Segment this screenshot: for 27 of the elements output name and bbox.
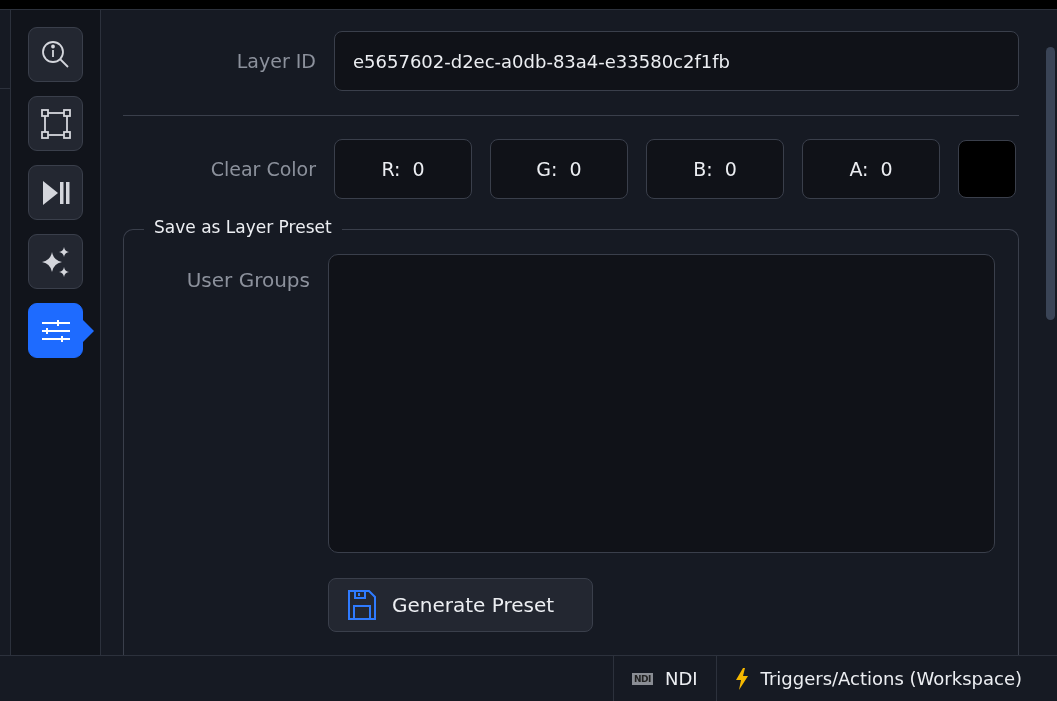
selection-pointer-icon: [83, 320, 94, 342]
sidebar-tab[interactable]: [28, 303, 83, 358]
status-label: NDI: [664, 668, 698, 689]
lightning-icon: [734, 667, 749, 690]
color-swatch[interactable]: [958, 140, 1016, 198]
status-item[interactable]: NDI NDI: [613, 656, 716, 701]
sidebar-tab[interactable]: [28, 165, 83, 220]
generate-preset-button[interactable]: Generate Preset: [328, 578, 593, 632]
sidebar-tab[interactable]: [28, 27, 83, 82]
color-channel-field[interactable]: G: 0: [490, 139, 628, 199]
color-channel-field[interactable]: B: 0: [646, 139, 784, 199]
field-label: Clear Color: [209, 158, 316, 180]
sidebar-tab[interactable]: [28, 96, 83, 151]
field-label: User Groups: [185, 267, 310, 294]
ndi-badge: NDI: [632, 672, 653, 685]
group-legend: Save as Layer Preset: [144, 217, 342, 237]
color-channel-field[interactable]: A: 0: [802, 139, 940, 199]
bounding-box-icon: [39, 107, 72, 140]
sidebar-tab[interactable]: [28, 234, 83, 289]
status-item[interactable]: Triggers/Actions (Workspace): [715, 656, 1040, 701]
color-channel-field[interactable]: R: 0: [334, 139, 472, 199]
user-groups-field[interactable]: [328, 254, 995, 553]
field-label: Layer ID: [235, 50, 316, 72]
layer-id-field[interactable]: e5657602-d2ec-a0db-83a4-e33580c2f1fb: [334, 31, 1019, 91]
save-icon: [346, 589, 378, 621]
scrollbar[interactable]: [1046, 47, 1055, 320]
status-label: Triggers/Actions (Workspace): [760, 668, 1022, 689]
